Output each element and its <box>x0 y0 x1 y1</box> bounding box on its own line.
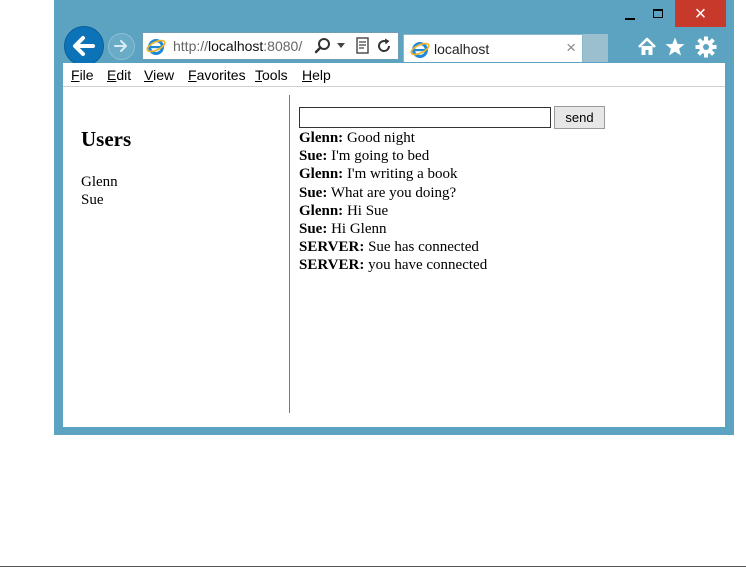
chat-message: Glenn: Good night <box>299 129 487 147</box>
back-button[interactable] <box>64 26 104 66</box>
compatibility-view-icon[interactable] <box>355 37 371 55</box>
chat-message: Sue: I'm going to bed <box>299 147 487 165</box>
users-heading: Users <box>81 127 132 151</box>
message-sender: Glenn: <box>299 130 344 146</box>
chat-message: SERVER: Sue has connected <box>299 238 487 256</box>
chat-message: SERVER: you have connected <box>299 256 487 274</box>
message-text: you have connected <box>364 257 488 274</box>
message-text: I'm going to bed <box>327 148 430 165</box>
menu-favorites[interactable]: Favorites <box>188 67 246 83</box>
message-sender: Sue: <box>299 148 328 165</box>
dropdown-arrow-icon[interactable] <box>336 42 346 50</box>
menu-view[interactable]: View <box>144 67 174 83</box>
message-sender: Sue: <box>299 184 328 201</box>
favorites-star-icon[interactable] <box>664 36 686 58</box>
message-list: Glenn: Good night Sue: I'm going to bed … <box>299 129 487 275</box>
message-text: Hi Sue <box>343 202 389 219</box>
arrow-right-icon <box>114 40 127 52</box>
message-text: What are you doing? <box>327 184 457 201</box>
chat-message: Glenn: Hi Sue <box>299 202 487 220</box>
gear-icon[interactable] <box>695 36 717 58</box>
minimize-icon <box>625 17 635 20</box>
menu-help[interactable]: Help <box>302 67 331 83</box>
minimize-button[interactable] <box>616 0 644 27</box>
message-text: Sue has connected <box>364 239 479 256</box>
panel-divider <box>289 95 290 413</box>
url-host: localhost <box>208 38 264 54</box>
close-button[interactable]: × <box>675 0 726 27</box>
tab-close-icon[interactable]: × <box>566 38 576 58</box>
message-input[interactable] <box>299 107 551 128</box>
chat-message: Sue: What are you doing? <box>299 184 487 202</box>
menu-edit[interactable]: Edit <box>107 67 131 83</box>
message-text: Hi Glenn <box>327 221 387 238</box>
home-icon[interactable] <box>636 36 658 58</box>
new-tab-button[interactable] <box>583 34 608 62</box>
menu-bar: File Edit View Favorites Tools Help <box>63 63 725 87</box>
user-item: Glenn <box>81 174 118 190</box>
maximize-icon <box>653 9 663 18</box>
browser-window: × http://localhost:8080/ localhost × Fil… <box>54 0 734 435</box>
user-item: Sue <box>81 192 104 208</box>
message-sender: SERVER: <box>299 239 365 256</box>
chat-message: Glenn: I'm writing a book <box>299 165 487 183</box>
address-url[interactable]: http://localhost:8080/ <box>173 38 302 54</box>
page-content: Users Glenn Sue send Glenn: Good night S… <box>63 87 725 427</box>
url-scheme: http:// <box>173 38 209 54</box>
message-sender: Glenn: <box>299 202 344 219</box>
url-port: :8080/ <box>263 38 303 54</box>
arrow-left-icon <box>73 36 95 56</box>
close-icon: × <box>694 2 707 25</box>
tab-localhost[interactable]: localhost × <box>403 34 583 62</box>
maximize-button[interactable] <box>644 0 672 27</box>
address-bar[interactable]: http://localhost:8080/ <box>142 32 399 60</box>
chat-message: Sue: Hi Glenn <box>299 220 487 238</box>
message-sender: Glenn: <box>299 166 344 183</box>
send-button[interactable]: send <box>554 106 605 129</box>
tab-title: localhost <box>434 41 490 57</box>
search-icon[interactable] <box>314 37 332 55</box>
forward-button[interactable] <box>108 33 135 60</box>
ie-logo-icon <box>146 39 166 55</box>
refresh-icon[interactable] <box>375 37 393 55</box>
users-list: Glenn Sue <box>81 173 118 209</box>
ie-logo-icon <box>410 42 430 58</box>
message-text: Good night <box>343 130 415 146</box>
message-sender: Sue: <box>299 221 328 238</box>
message-text: I'm writing a book <box>343 166 458 183</box>
message-sender: SERVER: <box>299 257 365 274</box>
menu-file[interactable]: File <box>71 67 94 83</box>
menu-tools[interactable]: Tools <box>255 67 288 83</box>
page-bottom-rule <box>0 566 746 567</box>
